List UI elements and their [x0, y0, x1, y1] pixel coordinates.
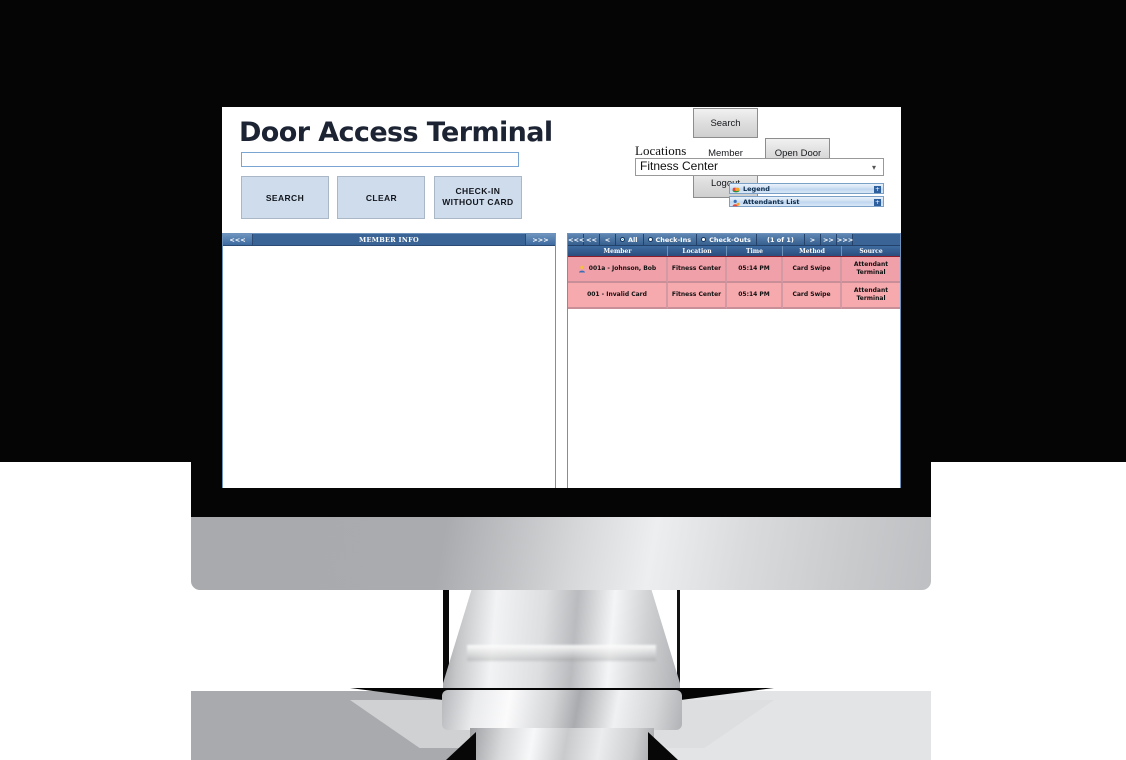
- screen: Door Access Terminal SEARCH CLEAR CHECK-…: [222, 107, 901, 488]
- attendants-expand-icon[interactable]: +: [874, 199, 881, 206]
- search-member-button[interactable]: Search Member: [693, 108, 758, 159]
- attendants-list-label: Attendants List: [743, 198, 800, 206]
- cell-location: Fitness Center: [668, 283, 727, 309]
- activity-toolbar: <<< << < All Check-Ins Check-Outs (1 of …: [568, 234, 900, 246]
- column-header-source[interactable]: Source: [842, 246, 900, 256]
- page-indicator: (1 of 1): [756, 234, 805, 245]
- table-row[interactable]: 001a - Johnson, Bob Fitness Center 05:14…: [568, 257, 900, 283]
- cell-member-text: 001a - Johnson, Bob: [588, 265, 657, 272]
- collapsible-panel-stack: Legend + Attendants List +: [729, 183, 884, 209]
- monitor-stand-base: [350, 688, 774, 760]
- locations-label: Locations: [635, 143, 687, 158]
- filter-check-outs-label: Check-Outs: [709, 235, 751, 244]
- checkin-without-card-button[interactable]: CHECK-IN WITHOUT CARD: [433, 176, 522, 219]
- monitor-stand-neck: [443, 590, 680, 696]
- table-row[interactable]: 001 - Invalid Card Fitness Center 05:14 …: [568, 283, 900, 309]
- base-lower: [470, 728, 654, 760]
- action-button-row: SEARCH CLEAR CHECK-IN WITHOUT CARD: [241, 176, 522, 219]
- filter-check-outs[interactable]: Check-Outs: [697, 234, 757, 245]
- activity-next-page-button[interactable]: >: [804, 234, 821, 245]
- activity-prev-block-button[interactable]: <<: [584, 234, 600, 245]
- radio-checkouts-icon: [701, 237, 707, 242]
- legend-icon: [732, 186, 740, 194]
- monitor: Door Access Terminal SEARCH CLEAR CHECK-…: [191, 0, 931, 591]
- activity-last-page-button[interactable]: >>>: [836, 234, 853, 245]
- activity-prev-page-button[interactable]: <: [600, 234, 616, 245]
- activity-panel: <<< << < All Check-Ins Check-Outs (1 of …: [567, 233, 901, 488]
- filter-check-ins[interactable]: Check-Ins: [643, 234, 698, 245]
- search-input[interactable]: [241, 152, 519, 167]
- cell-source: Attendant Terminal: [842, 283, 900, 309]
- person-icon: [578, 265, 586, 273]
- legend-expand-icon[interactable]: +: [874, 186, 881, 193]
- member-info-prev-button[interactable]: <<<: [223, 234, 253, 245]
- locations-selected-value: Fitness Center: [640, 159, 719, 173]
- locations-select[interactable]: Fitness Center: [635, 158, 884, 176]
- cell-time: 05:14 PM: [727, 257, 783, 283]
- screenshot-stage: Door Access Terminal SEARCH CLEAR CHECK-…: [0, 0, 1126, 760]
- legend-panel-label: Legend: [743, 185, 770, 193]
- filter-all-label: All: [628, 235, 638, 244]
- radio-checkins-icon: [647, 237, 653, 242]
- cell-source: Attendant Terminal: [842, 257, 900, 283]
- column-header-method[interactable]: Method: [783, 246, 842, 256]
- column-header-time[interactable]: Time: [727, 246, 783, 256]
- cell-method: Card Swipe: [783, 283, 842, 309]
- neck-highlight: [466, 645, 657, 662]
- base-plate: [442, 690, 682, 730]
- search-button[interactable]: SEARCH: [241, 176, 329, 219]
- activity-first-page-button[interactable]: <<<: [568, 234, 584, 245]
- member-info-body: [223, 246, 555, 488]
- radio-all-icon: [620, 237, 625, 242]
- cell-location: Fitness Center: [668, 257, 727, 283]
- member-info-next-button[interactable]: >>>: [525, 234, 555, 245]
- monitor-chin: [191, 517, 931, 590]
- door-access-terminal-app: Door Access Terminal SEARCH CLEAR CHECK-…: [222, 107, 901, 488]
- activity-empty-area: [568, 309, 900, 488]
- cell-member: 001a - Johnson, Bob: [568, 257, 668, 283]
- cell-method: Card Swipe: [783, 257, 842, 283]
- attendants-list-panel[interactable]: Attendants List +: [729, 196, 884, 207]
- member-info-titlebar: <<< MEMBER INFO >>>: [223, 234, 555, 246]
- cell-time: 05:14 PM: [727, 283, 783, 309]
- member-info-panel: <<< MEMBER INFO >>>: [222, 233, 556, 488]
- activity-next-block-button[interactable]: >>: [820, 234, 837, 245]
- attendants-icon: [732, 199, 740, 207]
- neck-body: [443, 590, 680, 696]
- column-header-member[interactable]: Member: [568, 246, 668, 256]
- page-title: Door Access Terminal: [239, 117, 553, 148]
- filter-all[interactable]: All: [616, 234, 644, 245]
- member-info-title: MEMBER INFO: [358, 236, 420, 244]
- column-header-location[interactable]: Location: [668, 246, 727, 256]
- filter-check-ins-label: Check-Ins: [655, 235, 692, 244]
- activity-table-header: Member Location Time Method Source: [568, 246, 900, 257]
- clear-button[interactable]: CLEAR: [337, 176, 426, 219]
- legend-panel[interactable]: Legend +: [729, 183, 884, 194]
- cell-member: 001 - Invalid Card: [568, 283, 668, 309]
